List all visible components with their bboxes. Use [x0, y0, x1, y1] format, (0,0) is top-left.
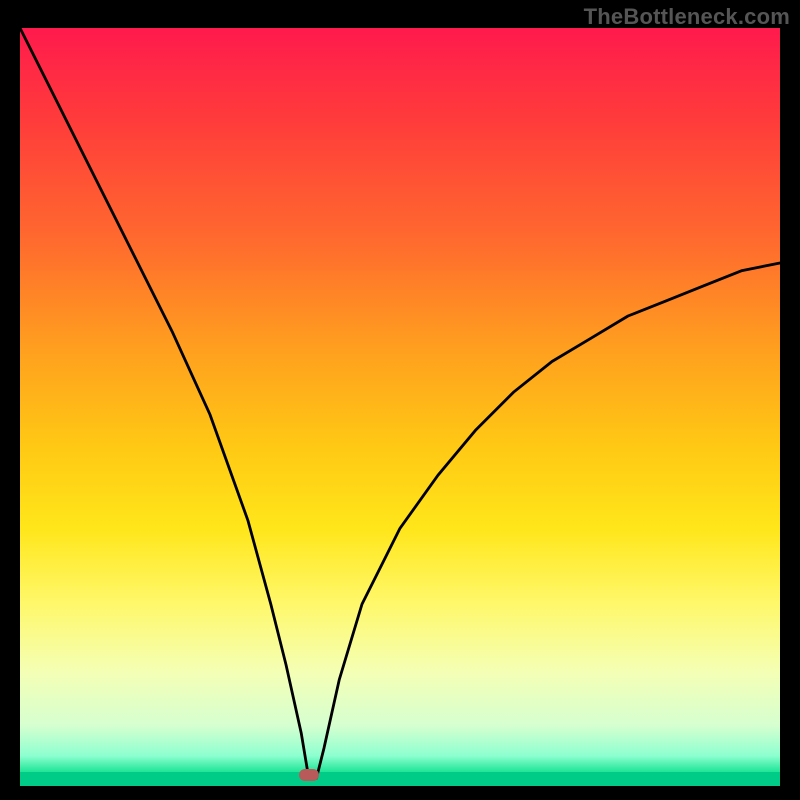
bottleneck-curve	[20, 28, 780, 786]
plot-area	[20, 28, 780, 786]
optimal-point-marker	[299, 769, 319, 781]
watermark-text: TheBottleneck.com	[584, 4, 790, 30]
curve-path	[20, 28, 780, 778]
chart-frame: TheBottleneck.com	[0, 0, 800, 800]
